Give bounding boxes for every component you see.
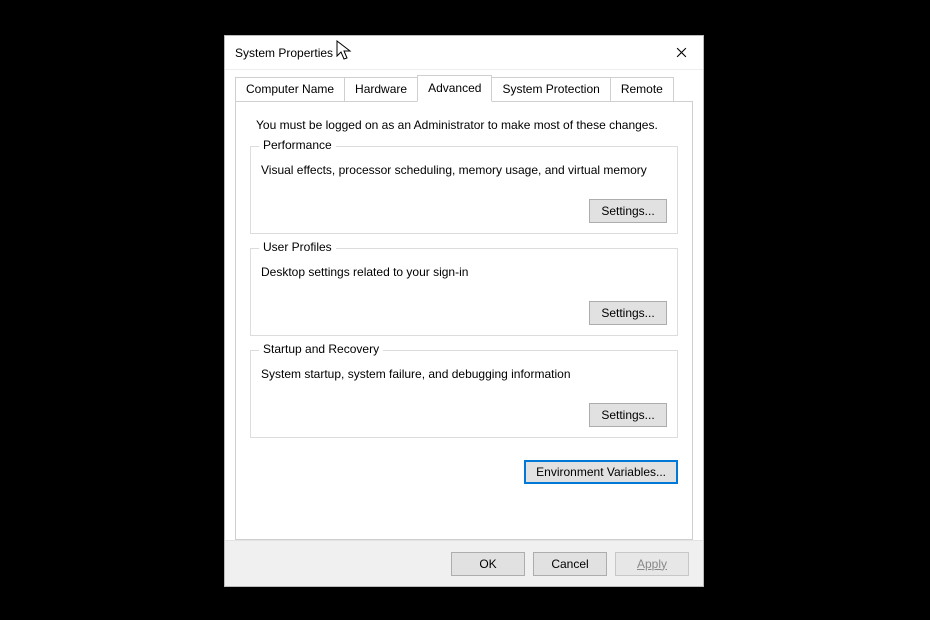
startup-recovery-settings-button[interactable]: Settings...	[589, 403, 667, 427]
tab-system-protection[interactable]: System Protection	[491, 77, 610, 102]
startup-recovery-desc: System startup, system failure, and debu…	[261, 367, 667, 381]
close-button[interactable]	[659, 36, 703, 68]
tab-computer-name[interactable]: Computer Name	[235, 77, 345, 102]
apply-button: Apply	[615, 552, 689, 576]
tab-strip: Computer Name Hardware Advanced System P…	[225, 70, 703, 102]
environment-variables-button[interactable]: Environment Variables...	[524, 460, 678, 484]
cancel-button[interactable]: Cancel	[533, 552, 607, 576]
user-profiles-group: User Profiles Desktop settings related t…	[250, 248, 678, 336]
dialog-footer: OK Cancel Apply	[225, 540, 703, 586]
admin-notice: You must be logged on as an Administrato…	[256, 118, 678, 132]
ok-button[interactable]: OK	[451, 552, 525, 576]
performance-group: Performance Visual effects, processor sc…	[250, 146, 678, 234]
tab-remote[interactable]: Remote	[610, 77, 674, 102]
performance-desc: Visual effects, processor scheduling, me…	[261, 163, 667, 177]
startup-recovery-legend: Startup and Recovery	[259, 342, 383, 356]
startup-recovery-group: Startup and Recovery System startup, sys…	[250, 350, 678, 438]
close-icon	[676, 47, 687, 58]
advanced-panel: You must be logged on as an Administrato…	[235, 101, 693, 540]
performance-legend: Performance	[259, 138, 336, 152]
tab-advanced[interactable]: Advanced	[417, 75, 492, 102]
user-profiles-desc: Desktop settings related to your sign-in	[261, 265, 667, 279]
user-profiles-settings-button[interactable]: Settings...	[589, 301, 667, 325]
system-properties-dialog: System Properties Computer Name Hardware…	[224, 35, 704, 587]
title-bar: System Properties	[225, 36, 703, 70]
performance-settings-button[interactable]: Settings...	[589, 199, 667, 223]
window-title: System Properties	[235, 46, 333, 60]
tab-hardware[interactable]: Hardware	[344, 77, 418, 102]
user-profiles-legend: User Profiles	[259, 240, 336, 254]
